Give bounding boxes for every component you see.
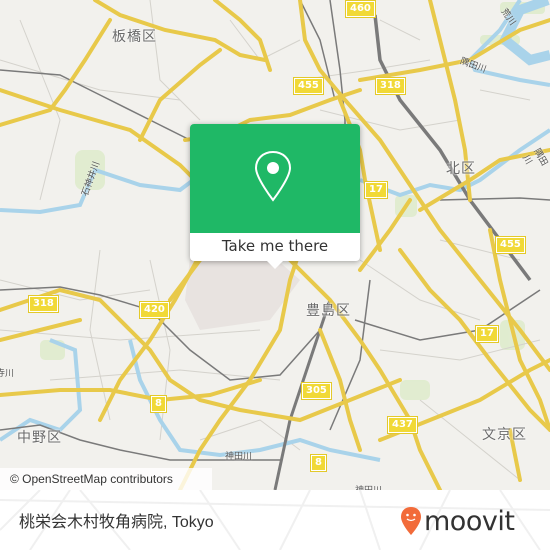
route-shield-318: 318 [28, 295, 59, 313]
ward-label-bunkyo: 文京区 [482, 427, 527, 443]
route-shield-8: 8 [310, 454, 327, 472]
ward-label-kita: 北区 [446, 161, 476, 177]
map-attribution[interactable]: © OpenStreetMap contributors [0, 468, 212, 490]
footer-bar: 桃栄会木村牧角病院, Tokyo moovit [0, 490, 550, 550]
river-label-kanda: 神田川 [225, 452, 253, 462]
route-shield-460: 460 [345, 0, 376, 18]
ward-label-nakano: 中野区 [17, 430, 62, 446]
route-shield-17: 17 [475, 325, 499, 343]
ward-label-toshima: 豊島区 [306, 303, 351, 319]
moovit-logo[interactable]: moovit [400, 503, 515, 539]
ward-label-itabashi: 板橋区 [112, 29, 157, 45]
route-shield-305: 305 [301, 382, 332, 400]
location-popup: Take me there [190, 124, 360, 269]
route-shield-455: 455 [293, 77, 324, 95]
place-name: 桃栄会木村牧角病院, Tokyo [19, 514, 214, 531]
take-me-there-button[interactable]: Take me there [190, 233, 360, 261]
river-label-myoshoji: 妙正寺川 [0, 369, 15, 379]
popup-header [190, 124, 360, 233]
route-shield-455: 455 [495, 236, 526, 254]
route-shield-17: 17 [364, 181, 388, 199]
route-shield-437: 437 [387, 416, 418, 434]
moovit-wordmark: moovit [424, 505, 515, 537]
route-shield-8: 8 [150, 395, 167, 413]
river-label-kanda-2: 神田川 [355, 483, 382, 490]
map-view[interactable]: 460 455 318 17 455 318 420 17 305 8 437 … [0, 0, 550, 490]
route-shield-420: 420 [139, 301, 170, 319]
location-pin-icon [254, 150, 292, 202]
route-shield-318: 318 [375, 77, 406, 95]
moovit-pin-icon [401, 507, 421, 535]
popup-tail [267, 261, 283, 269]
